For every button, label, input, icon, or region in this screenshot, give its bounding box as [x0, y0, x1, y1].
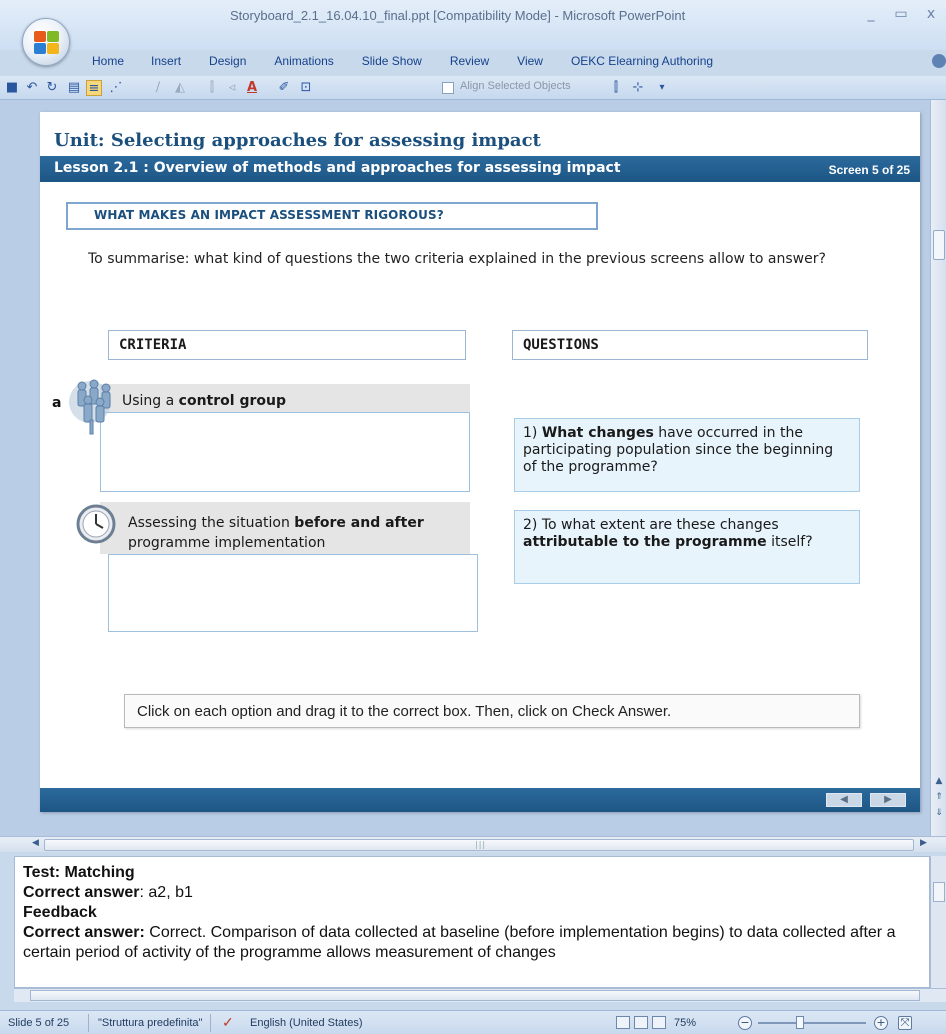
criterion-b-drop-box[interactable]	[108, 554, 478, 632]
distribute-icon[interactable]: ⫿	[608, 80, 624, 96]
status-bar: Slide 5 of 25 "Struttura predefinita" ✓ …	[0, 1010, 946, 1034]
align-left-icon[interactable]: ≡	[86, 80, 102, 96]
align-selected-objects-checkbox[interactable]	[442, 82, 454, 94]
notes-vertical-scrollbar[interactable]	[930, 856, 946, 988]
office-logo-icon	[34, 31, 60, 55]
horizontal-scrollbar[interactable]: ◀ ||| ▶	[0, 836, 946, 852]
question-2-option[interactable]: 2) To what extent are these changes attr…	[514, 510, 860, 584]
instruction-text: Click on each option and drag it to the …	[137, 703, 672, 720]
people-group-icon	[69, 379, 111, 435]
grid-icon[interactable]: ⋰	[108, 80, 124, 96]
tab-review[interactable]: Review	[450, 52, 489, 74]
questions-header-label: QUESTIONS	[523, 337, 599, 353]
help-icon[interactable]	[932, 54, 946, 68]
redo-icon[interactable]: ↻	[44, 80, 60, 96]
fit-to-window-icon[interactable]: ⤧	[898, 1016, 912, 1030]
notes-feedback-text: Correct answer: Correct. Comparison of d…	[23, 924, 896, 961]
snap-icon[interactable]: ⊹	[630, 80, 646, 96]
office-button[interactable]	[22, 18, 70, 66]
status-separator	[88, 1014, 89, 1032]
lesson-title: Lesson 2.1 : Overview of methods and app…	[54, 160, 621, 176]
zoom-slider-track[interactable]	[758, 1022, 866, 1024]
close-button[interactable]: x	[916, 4, 946, 24]
criterion-a-option[interactable]: Using a control group	[100, 384, 470, 412]
criterion-b-label: Assessing the situation before and after…	[128, 515, 424, 551]
criterion-b-option[interactable]: Assessing the situation before and after…	[100, 502, 470, 554]
vertical-scroll-thumb[interactable]	[933, 230, 945, 260]
normal-view-icon[interactable]	[616, 1016, 630, 1029]
scroll-left-icon[interactable]: ◀	[32, 838, 39, 848]
quick-access-toolbar: ■ ↶ ↻ ▤ ≡ ⋰ ∕ ◭ ⫿ ◃ A ✐ ⊡ Align Selected…	[0, 76, 946, 100]
previous-slide-icon[interactable]: ⇑	[934, 792, 944, 802]
criterion-letter: a	[52, 395, 62, 411]
instruction-box: Click on each option and drag it to the …	[124, 694, 860, 728]
maximize-button[interactable]: ▭	[886, 4, 916, 24]
spelling-check-icon[interactable]: ✓	[222, 1014, 234, 1031]
window-title: Storyboard_2.1_16.04.10_final.ppt [Compa…	[230, 8, 686, 23]
tab-animations[interactable]: Animations	[274, 52, 333, 74]
arrange-icon[interactable]: ⫿	[204, 80, 220, 96]
slide-footer-bar: ◀ ▶	[40, 788, 920, 812]
bring-forward-icon[interactable]: ◃	[224, 80, 240, 96]
slide-counter: Slide 5 of 25	[8, 1017, 70, 1029]
notes-test-type: Test: Matching	[23, 864, 135, 881]
zoom-slider-thumb[interactable]	[796, 1016, 804, 1029]
window-controls: _ ▭ x	[856, 4, 946, 24]
previous-screen-button[interactable]: ◀	[826, 793, 862, 807]
slide-heading: WHAT MAKES AN IMPACT ASSESSMENT RIGOROUS…	[94, 208, 444, 222]
slide-sorter-view-icon[interactable]	[634, 1016, 648, 1029]
screen-counter: Screen 5 of 25	[828, 163, 910, 177]
fill-color-icon[interactable]: ◭	[172, 80, 188, 96]
format-painter-icon[interactable]: ✐	[276, 80, 292, 96]
notes-pane[interactable]: Test: Matching Correct answer: a2, b1 Fe…	[14, 856, 930, 988]
tab-design[interactable]: Design	[209, 52, 246, 74]
save-icon[interactable]: ■	[4, 80, 20, 96]
criteria-header-label: CRITERIA	[119, 337, 187, 353]
vertical-scrollbar[interactable]: ▲ ⇑ ⇓	[930, 100, 946, 836]
questions-header: QUESTIONS	[512, 330, 868, 360]
group-icon[interactable]: ⊡	[298, 80, 314, 96]
tab-insert[interactable]: Insert	[151, 52, 181, 74]
next-slide-icon[interactable]: ⇓	[934, 808, 944, 818]
line-icon[interactable]: ∕	[150, 80, 166, 96]
notes-horizontal-scrollbar[interactable]	[14, 988, 946, 1002]
clock-icon	[76, 504, 116, 544]
notes-feedback-heading: Feedback	[23, 904, 97, 921]
next-screen-button[interactable]: ▶	[870, 793, 906, 807]
status-separator	[210, 1014, 211, 1032]
zoom-level[interactable]: 75%	[674, 1017, 696, 1029]
ribbon-tabs: Home Insert Design Animations Slide Show…	[92, 52, 741, 74]
align-selected-objects-label: Align Selected Objects	[460, 80, 571, 92]
tab-view[interactable]: View	[517, 52, 543, 74]
criterion-a-drop-box[interactable]	[100, 412, 470, 492]
scroll-up-icon[interactable]: ▲	[934, 776, 944, 786]
notes-horizontal-scroll-thumb[interactable]	[30, 990, 920, 1001]
title-bar: Storyboard_2.1_16.04.10_final.ppt [Compa…	[0, 0, 946, 50]
theme-name[interactable]: "Struttura predefinita"	[98, 1017, 202, 1029]
font-color-icon[interactable]: A	[244, 80, 260, 96]
intro-text: To summarise: what kind of questions the…	[88, 251, 826, 267]
question-1-option[interactable]: 1) What changes have occurred in the par…	[514, 418, 860, 492]
minimize-button[interactable]: _	[856, 4, 886, 24]
tab-oekc-elearning-authoring[interactable]: OEKC Elearning Authoring	[571, 52, 713, 74]
notes-correct-answer: Correct answer: a2, b1	[23, 884, 193, 901]
tab-home[interactable]: Home	[92, 52, 124, 74]
slide-canvas[interactable]: Unit: Selecting approaches for assessing…	[40, 112, 920, 812]
scroll-right-icon[interactable]: ▶	[920, 838, 927, 848]
zoom-out-icon[interactable]: −	[738, 1016, 752, 1030]
tab-slide-show[interactable]: Slide Show	[362, 52, 422, 74]
paste-icon[interactable]: ▤	[66, 80, 82, 96]
undo-icon[interactable]: ↶	[24, 80, 40, 96]
horizontal-scroll-thumb[interactable]: |||	[44, 839, 914, 851]
customize-toolbar-icon[interactable]: ▾	[654, 80, 670, 96]
zoom-in-icon[interactable]: +	[874, 1016, 888, 1030]
unit-title: Unit: Selecting approaches for assessing…	[54, 130, 541, 151]
notes-scroll-thumb[interactable]	[933, 882, 945, 902]
criterion-a-label: Using a control group	[122, 393, 286, 409]
language-indicator[interactable]: English (United States)	[250, 1017, 363, 1029]
slide-show-view-icon[interactable]	[652, 1016, 666, 1029]
notes-content: Test: Matching Correct answer: a2, b1 Fe…	[23, 863, 923, 963]
criteria-header: CRITERIA	[108, 330, 466, 360]
